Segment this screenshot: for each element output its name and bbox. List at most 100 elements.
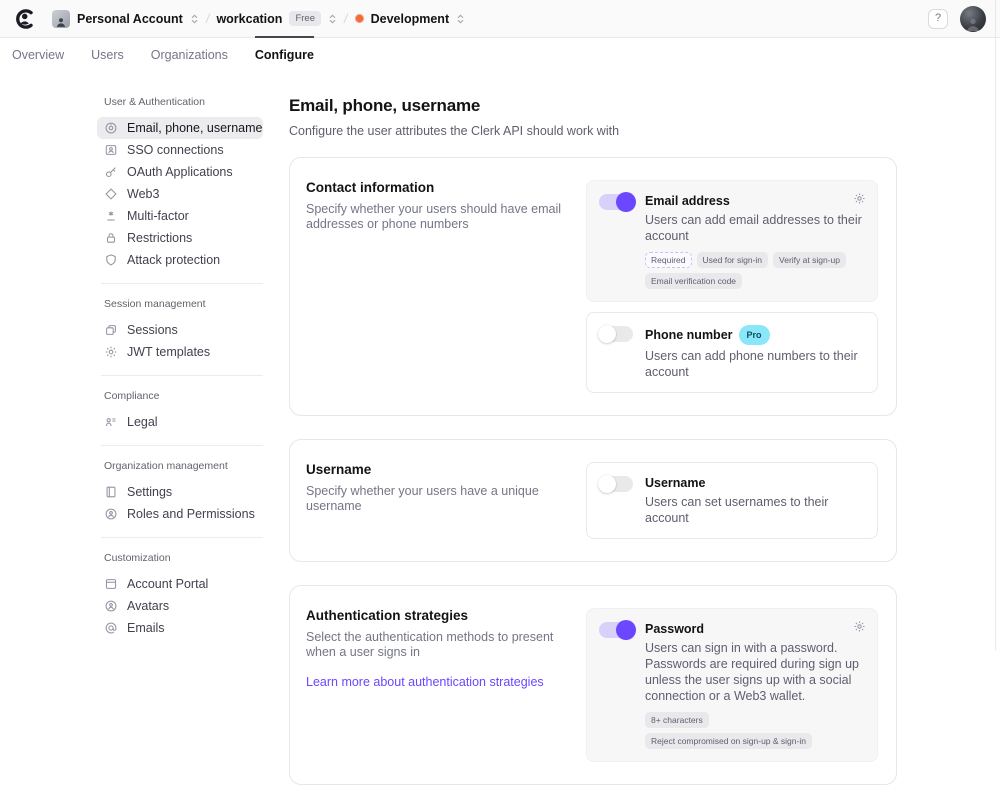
sidebar-item-email-phone-username[interactable]: Email, phone, username [97, 117, 263, 139]
panel-title: Phone number [645, 327, 733, 343]
help-button[interactable]: ? [928, 9, 948, 29]
sidebar-item-label: OAuth Applications [127, 165, 233, 179]
sidebar-item-sessions[interactable]: Sessions [97, 319, 263, 341]
user-circle-icon [104, 599, 118, 613]
sidebar-item-emails[interactable]: Emails [97, 617, 263, 639]
authentication-strategies-card: Authentication strategies Select the aut… [289, 585, 897, 785]
sidebar-item-multi-factor[interactable]: Multi-factor [97, 205, 263, 227]
select-chevron-icon [328, 13, 337, 25]
sidebar-section-label: Compliance [104, 390, 263, 402]
badge-email-verification-code: Email verification code [645, 273, 742, 289]
breadcrumb-application[interactable]: workcation Free [216, 11, 337, 26]
notebook-icon [104, 485, 118, 499]
sidebar-item-label: Email, phone, username [127, 121, 263, 135]
badge-verify-at-sign-up: Verify at sign-up [773, 252, 846, 268]
contact-information-card: Contact information Specify whether your… [289, 157, 897, 416]
sidebar-item-label: Attack protection [127, 253, 220, 267]
sidebar-divider [101, 537, 263, 538]
breadcrumb-environment[interactable]: Development [355, 12, 466, 26]
lock-icon [104, 231, 118, 245]
user-avatar[interactable] [960, 6, 986, 32]
sidebar-item-web3[interactable]: Web3 [97, 183, 263, 205]
email-settings-gear-icon[interactable] [853, 192, 866, 205]
gear-icon [104, 345, 118, 359]
key-icon [104, 165, 118, 179]
sidebar-item-label: Sessions [127, 323, 178, 337]
browser-window-icon [104, 577, 118, 591]
panel-description: Users can add phone numbers to their acc… [645, 348, 865, 380]
sidebar-item-label: Web3 [127, 187, 159, 201]
breadcrumb-account[interactable]: Personal Account [52, 10, 199, 28]
sidebar-item-restrictions[interactable]: Restrictions [97, 227, 263, 249]
sidebar-section-label: Session management [104, 298, 263, 310]
settings-sidebar: User & Authentication Email, phone, user… [97, 96, 263, 639]
sidebar-item-avatars[interactable]: Avatars [97, 595, 263, 617]
phone-number-toggle[interactable] [599, 326, 633, 342]
sidebar-divider [101, 283, 263, 284]
username-panel: Username Users can set usernames to thei… [586, 462, 878, 539]
window-edge [995, 0, 996, 650]
account-name: Personal Account [77, 12, 183, 26]
sidebar-item-account-portal[interactable]: Account Portal [97, 573, 263, 595]
card-description: Specify whether your users have a unique… [306, 484, 568, 514]
tab-organizations[interactable]: Organizations [151, 46, 228, 64]
breadcrumb-separator: / [205, 11, 211, 26]
sidebar-section-label: User & Authentication [104, 96, 263, 108]
sidebar-item-label: Roles and Permissions [127, 507, 255, 521]
sidebar-item-sso-connections[interactable]: SSO connections [97, 139, 263, 161]
asterisk-icon [104, 209, 118, 223]
badge-8-plus-characters: 8+ characters [645, 712, 709, 728]
pro-badge: Pro [739, 325, 770, 345]
sidebar-divider [101, 445, 263, 446]
card-heading: Authentication strategies [306, 608, 568, 623]
environment-dot-icon [355, 14, 364, 23]
at-sign-icon [104, 621, 118, 635]
sidebar-item-label: Multi-factor [127, 209, 189, 223]
tab-overview[interactable]: Overview [12, 46, 64, 64]
sidebar-section-label: Customization [104, 552, 263, 564]
password-settings-gear-icon[interactable] [853, 620, 866, 633]
username-card: Username Specify whether your users have… [289, 439, 897, 562]
page-subtitle: Configure the user attributes the Clerk … [289, 124, 897, 138]
learn-more-link[interactable]: Learn more about authentication strategi… [306, 675, 544, 689]
sidebar-item-label: Settings [127, 485, 172, 499]
card-heading: Contact information [306, 180, 568, 195]
sidebar-item-label: Emails [127, 621, 165, 635]
sidebar-item-roles-permissions[interactable]: Roles and Permissions [97, 503, 263, 525]
id-card-icon [104, 143, 118, 157]
sidebar-item-oauth-applications[interactable]: OAuth Applications [97, 161, 263, 183]
diamond-icon [104, 187, 118, 201]
main-content: Email, phone, username Configure the use… [289, 96, 897, 808]
account-avatar [52, 10, 70, 28]
password-toggle[interactable] [599, 622, 633, 638]
panel-description: Users can add email addresses to their a… [645, 212, 865, 244]
card-description: Specify whether your users should have e… [306, 202, 568, 232]
sidebar-item-legal[interactable]: Legal [97, 411, 263, 433]
sidebar-section-label: Organization management [104, 460, 263, 472]
phone-number-panel: Phone number Pro Users can add phone num… [586, 312, 878, 393]
sidebar-item-org-settings[interactable]: Settings [97, 481, 263, 503]
main-nav-tabs: Overview Users Organizations Configure [0, 38, 1000, 71]
username-toggle[interactable] [599, 476, 633, 492]
panel-description: Users can set usernames to their account [645, 494, 865, 526]
sidebar-item-label: Account Portal [127, 577, 208, 591]
email-badges: Required Used for sign-in Verify at sign… [645, 252, 871, 289]
panel-title: Password [645, 621, 865, 637]
card-description: Select the authentication methods to pre… [306, 630, 568, 660]
select-chevron-icon [190, 13, 199, 25]
application-name: workcation [216, 12, 282, 26]
badge-used-for-sign-in: Used for sign-in [697, 252, 769, 268]
plan-badge: Free [289, 11, 321, 26]
tab-users[interactable]: Users [91, 46, 124, 64]
email-address-toggle[interactable] [599, 194, 633, 210]
sidebar-item-jwt-templates[interactable]: JWT templates [97, 341, 263, 363]
panel-title: Email address [645, 193, 865, 209]
card-heading: Username [306, 462, 568, 477]
clerk-logo-icon [14, 8, 36, 30]
tab-configure[interactable]: Configure [255, 46, 314, 64]
sidebar-item-label: SSO connections [127, 143, 224, 157]
environment-name: Development [371, 12, 450, 26]
email-address-panel: Email address Users can add email addres… [586, 180, 878, 302]
person-desk-icon [104, 415, 118, 429]
sidebar-item-attack-protection[interactable]: Attack protection [97, 249, 263, 271]
